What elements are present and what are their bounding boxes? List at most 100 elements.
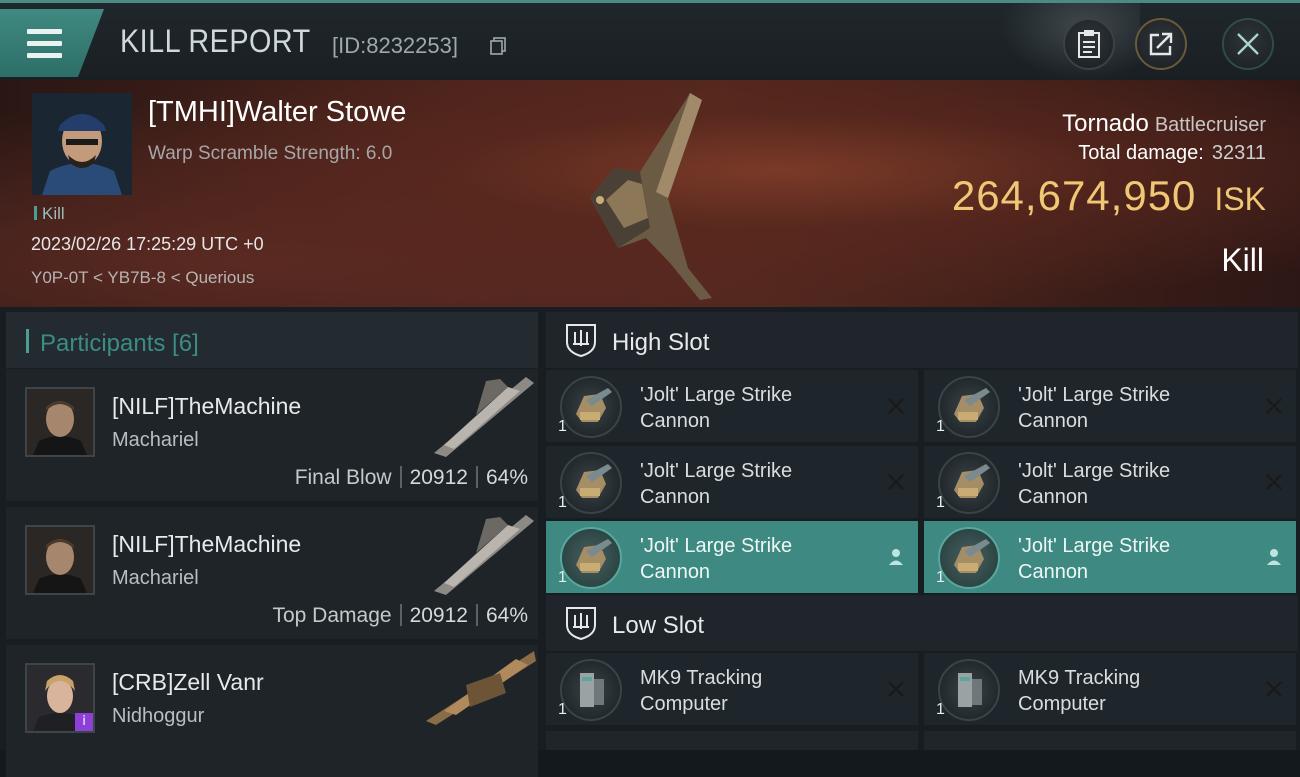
- participant-role: Top Damage: [272, 604, 392, 627]
- module-name-line: 'Jolt' Large Strike: [640, 535, 793, 557]
- low-slot-header: Low Slot: [546, 595, 1298, 651]
- module-slot[interactable]: [546, 731, 918, 750]
- participant-stats: Top Damage 20912 64%: [272, 604, 528, 628]
- participant-ship: Machariel: [112, 429, 199, 451]
- total-damage-value: 32311: [1211, 142, 1266, 164]
- module-name-line: 'Jolt' Large Strike: [1018, 535, 1171, 557]
- module-name-line: Cannon: [1018, 486, 1089, 508]
- x-mark-icon: [888, 681, 904, 697]
- participant-portrait[interactable]: i: [25, 663, 95, 733]
- total-damage: Total damage: 32311: [1078, 142, 1266, 165]
- participant-percent: 64%: [485, 604, 528, 627]
- close-button[interactable]: [1222, 18, 1274, 70]
- character-portrait-image: [27, 389, 93, 455]
- module-slot[interactable]: [924, 731, 1296, 750]
- kill-tag-label: Kill: [42, 204, 65, 223]
- page-title: KILL REPORT: [120, 23, 311, 59]
- kill-timestamp: 2023/02/26 17:25:29 UTC +0: [31, 234, 264, 254]
- cannon-icon: [938, 452, 1000, 514]
- clipboard-button[interactable]: [1063, 18, 1115, 70]
- module-slot[interactable]: 1 'Jolt' Large Strike Cannon: [924, 370, 1296, 442]
- module-slot[interactable]: 1 'Jolt' Large Strike Cannon: [546, 370, 918, 442]
- module-name-line: MK9 Tracking: [1018, 667, 1141, 689]
- participant-card[interactable]: [NILF]TheMachine Machariel Top Damage 209…: [6, 507, 538, 639]
- participant-card[interactable]: [NILF]TheMachine Machariel Final Blow 209…: [6, 369, 538, 501]
- ship-name: Tornado: [1062, 110, 1149, 137]
- victim-portrait[interactable]: [32, 93, 132, 195]
- tracking-computer-icon: [938, 659, 1000, 721]
- module-quantity: 1: [936, 418, 945, 435]
- module-quantity: 1: [558, 701, 567, 718]
- participant-card[interactable]: i [CRB]Zell Vanr Nidhoggur: [6, 645, 538, 777]
- module-name: MK9 Tracking Computer: [640, 665, 870, 717]
- module-name-line: Cannon: [1018, 561, 1089, 583]
- high-slot-header: High Slot: [546, 312, 1298, 368]
- module-slot[interactable]: 1 MK9 Tracking Computer: [546, 653, 918, 725]
- module-name-line: Computer: [640, 693, 728, 715]
- divider: [475, 604, 478, 626]
- module-slot[interactable]: 1 'Jolt' Large Strike Cannon: [546, 446, 918, 518]
- clipboard-icon: [1078, 30, 1100, 58]
- isk-unit: ISK: [1214, 181, 1266, 217]
- kill-tag-marker: [34, 206, 37, 220]
- participants-panel: Participants [6] [NILF]TheMachine Machar…: [0, 307, 540, 777]
- participant-name[interactable]: [NILF]TheMachine: [112, 393, 301, 420]
- module-slot-dropped[interactable]: 1 'Jolt' Large Strike Cannon: [546, 521, 918, 593]
- kill-banner: [TMHI]Walter Stowe Warp Scramble Strengt…: [0, 80, 1300, 307]
- participant-portrait[interactable]: [25, 525, 95, 595]
- kill-tag: Kill: [34, 204, 65, 224]
- participant-name[interactable]: [CRB]Zell Vanr: [112, 669, 264, 696]
- low-slot-title: Low Slot: [612, 612, 705, 639]
- module-name-line: MK9 Tracking: [640, 667, 763, 689]
- module-name: 'Jolt' Large Strike Cannon: [1018, 458, 1248, 510]
- section-marker: [26, 329, 29, 353]
- x-mark-icon: [888, 474, 904, 490]
- character-portrait-image: [32, 93, 132, 195]
- victim-name[interactable]: [TMHI]Walter Stowe: [148, 96, 406, 129]
- module-name-line: Cannon: [1018, 410, 1089, 432]
- fitting-panel: High Slot 1 'Jolt' Large Strike Cannon 1 …: [540, 307, 1300, 750]
- participant-ship: Nidhoggur: [112, 705, 205, 727]
- divider: [475, 466, 478, 488]
- close-icon: [1237, 33, 1259, 55]
- participant-ship-image[interactable]: [416, 507, 536, 597]
- person-icon: [889, 549, 903, 565]
- share-button[interactable]: [1135, 18, 1187, 70]
- module-name-line: 'Jolt' Large Strike: [640, 384, 793, 406]
- module-name: 'Jolt' Large Strike Cannon: [640, 382, 870, 434]
- module-name: MK9 Tracking Computer: [1018, 665, 1248, 717]
- participant-stats: Final Blow 20912 64%: [295, 466, 528, 490]
- participant-damage: 20912: [409, 466, 468, 489]
- module-name-line: Cannon: [640, 410, 711, 432]
- divider: [399, 466, 402, 488]
- participant-name[interactable]: [NILF]TheMachine: [112, 531, 301, 558]
- module-name-line: Cannon: [640, 486, 711, 508]
- module-slot-dropped[interactable]: 1 'Jolt' Large Strike Cannon: [924, 521, 1296, 593]
- module-slot[interactable]: 1 'Jolt' Large Strike Cannon: [924, 446, 1296, 518]
- x-mark-icon: [1266, 398, 1282, 414]
- cannon-icon: [560, 376, 622, 438]
- participant-ship-image[interactable]: [416, 645, 536, 735]
- participants-header: Participants [6]: [6, 312, 538, 368]
- participant-role: Final Blow: [294, 466, 392, 489]
- kill-location[interactable]: Y0P-0T < YB7B-8 < Querious: [31, 268, 254, 288]
- total-damage-label: Total damage:: [1078, 142, 1204, 164]
- participant-damage: 20912: [409, 604, 468, 627]
- participant-ship-image[interactable]: [416, 369, 536, 459]
- isk-amount: 264,674,950: [951, 172, 1197, 219]
- warp-scramble-strength: Warp Scramble Strength: 6.0: [148, 143, 393, 164]
- module-name-line: Computer: [1018, 693, 1106, 715]
- menu-button[interactable]: [0, 9, 104, 77]
- module-quantity: 1: [936, 494, 945, 511]
- victim-ship-image[interactable]: [570, 88, 740, 303]
- ship-class: Battlecruiser: [1154, 114, 1266, 136]
- participant-ship: Machariel: [112, 567, 199, 589]
- module-quantity: 1: [558, 494, 567, 511]
- x-mark-icon: [1266, 474, 1282, 490]
- module-quantity: 1: [936, 569, 945, 586]
- copy-icon[interactable]: [490, 37, 506, 55]
- participant-portrait[interactable]: [25, 387, 95, 457]
- victim-ship[interactable]: Tornado Battlecruiser: [1062, 110, 1266, 138]
- report-id: [ID:8232253]: [332, 33, 458, 58]
- module-slot[interactable]: 1 MK9 Tracking Computer: [924, 653, 1296, 725]
